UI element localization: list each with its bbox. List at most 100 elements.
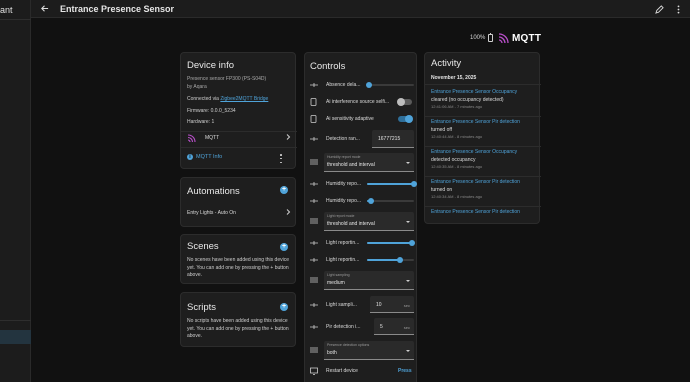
automation-item-label: Entry Lights - Auto On [187,210,236,216]
control-ai-interference: Ai interference source selfi... [310,98,414,106]
light-reporting-slider[interactable] [367,240,416,246]
light-sampling-interval-input[interactable]: 10 sec [370,296,414,313]
presence-detection-options-select[interactable]: Presence detection options both [324,341,414,360]
humidity-report-mode-select[interactable]: Humidity report mode threshold and inter… [324,153,414,172]
field-value: 16777215 [378,136,401,142]
control-humidity-report-mode: Humidity report mode threshold and inter… [310,153,414,172]
humidity-report-slider[interactable] [367,181,417,187]
integration-logo[interactable]: MQTT [498,33,541,44]
activity-item-title[interactable]: Entrance Presence Sensor Pir detection [431,179,535,185]
scenes-title: Scenes [187,241,219,252]
control-label: Ai interference source selfi... [326,99,390,105]
activity-item[interactable]: Entrance Presence Sensor Pir detection t… [431,179,535,199]
light-reporting-slider[interactable] [367,257,414,263]
ai-interference-toggle[interactable] [397,98,412,106]
device-more-icon[interactable] [279,154,283,163]
divider [425,176,541,177]
field-label: Light report mode [327,214,355,218]
sidebar: ant [0,0,31,382]
activity-date: November 15, 2025 [431,75,477,81]
control-label: Light reportin... [326,240,360,246]
control-label: Ai sensitivity adaptive [326,116,374,122]
field-value: 10 [376,302,382,308]
tune-icon [310,239,318,249]
light-sampling-select[interactable]: Light sampling medium [324,271,414,290]
chevron-right-icon [286,134,291,142]
slider-knob[interactable] [366,82,373,88]
activity-item-desc: cleared (no occupancy detected) [431,97,504,103]
activity-item-title[interactable]: Entrance Presence Sensor Pir detection [431,209,535,215]
activity-item[interactable]: Entrance Presence Sensor Occupancy detec… [431,149,535,169]
control-label: Light reportin... [326,257,360,263]
control-label: Absence dela... [326,82,361,88]
absence-delay-slider[interactable] [366,82,414,88]
mqtt-integration-row[interactable]: MQTT [187,132,291,144]
scripts-card: Scripts + No scripts have been added usi… [180,292,296,347]
activity-card: Activity November 15, 2025 Entrance Pres… [424,52,541,224]
detection-range-input[interactable]: 16777215 [372,130,414,148]
field-value: both [327,350,337,356]
controls-card: Controls Absence dela... Ai interference… [304,52,417,382]
humidity-report-slider[interactable] [367,198,414,204]
add-script-button[interactable]: + [280,303,288,311]
control-absence-delay: Absence dela... [310,81,414,89]
pir-detection-interval-input[interactable]: 5 sec [374,318,414,335]
list-icon [310,276,318,286]
activity-item-title[interactable]: Entrance Presence Sensor Occupancy [431,89,535,95]
mqtt-label: MQTT [205,135,220,141]
field-value: threshold and interval [327,221,375,227]
tune-icon [310,256,318,266]
divider [425,84,541,85]
ai-sensitivity-toggle[interactable] [398,115,413,123]
list-icon [310,346,318,356]
more-vertical-icon[interactable] [672,3,684,15]
control-light-reporting-1: Light reportin... [310,239,416,249]
slider-knob[interactable] [367,198,374,204]
scenes-card: Scenes + No scenes have been added using… [180,234,296,284]
chevron-down-icon [406,221,410,223]
controls-title: Controls [310,61,346,72]
hardware-version: Hardware: 1 [187,119,215,125]
mqtt-icon [187,133,196,143]
mqtt-info-button[interactable]: i MQTT Info [187,154,222,160]
pencil-icon[interactable] [653,3,665,15]
slider-knob[interactable] [411,181,417,187]
tune-icon [310,135,318,145]
activity-item-time: 12:41:06 AM - 7 minutes ago [431,104,483,109]
activity-item-time: 12:40:34 AM - 8 minutes ago [431,194,483,199]
sidebar-divider [0,19,31,20]
activity-item-title[interactable]: Entrance Presence Sensor Occupancy [431,149,535,155]
back-arrow-icon[interactable] [38,3,50,15]
restart-icon [310,367,318,377]
battery-level: 100% [470,35,486,41]
automations-title: Automations [187,186,240,197]
activity-item[interactable]: Entrance Presence Sensor Pir detection t… [431,119,535,139]
field-value: threshold and interval [327,162,375,168]
add-scene-button[interactable]: + [280,243,288,251]
divider [425,206,541,207]
sidebar-title: ant [0,5,13,15]
zigbee2mqtt-bridge-link[interactable]: Zigbee2MQTT Bridge [220,96,268,102]
restart-press-button[interactable]: Press [398,368,412,374]
light-report-mode-select[interactable]: Light report mode threshold and interval [324,212,414,231]
slider-fill [367,183,414,185]
battery-icon [488,33,494,42]
tune-icon [310,323,318,333]
activity-item[interactable]: Entrance Presence Sensor Occupancy clear… [431,89,535,109]
activity-item-desc: detected occupancy [431,157,476,163]
activity-item-title[interactable]: Entrance Presence Sensor Pir detection [431,119,535,125]
slider-knob[interactable] [409,240,416,246]
control-ai-sensitivity: Ai sensitivity adaptive [310,115,414,123]
control-label: Restart device [326,368,358,374]
automation-item[interactable]: Entry Lights - Auto On [187,209,291,217]
activity-item[interactable]: Entrance Presence Sensor Pir detection [431,209,535,215]
activity-item-desc: turned off [431,127,453,133]
control-light-reporting-2: Light reportin... [310,256,414,264]
field-label: Humidity report mode [327,155,361,159]
firmware-version: Firmware: 0.0.0_5234 [187,108,236,114]
control-light-report-mode: Light report mode threshold and interval [310,212,414,231]
add-automation-button[interactable]: + [280,186,288,194]
control-label: Humidity repo... [326,198,362,204]
sidebar-item-active[interactable] [0,330,31,344]
slider-knob[interactable] [396,257,403,263]
